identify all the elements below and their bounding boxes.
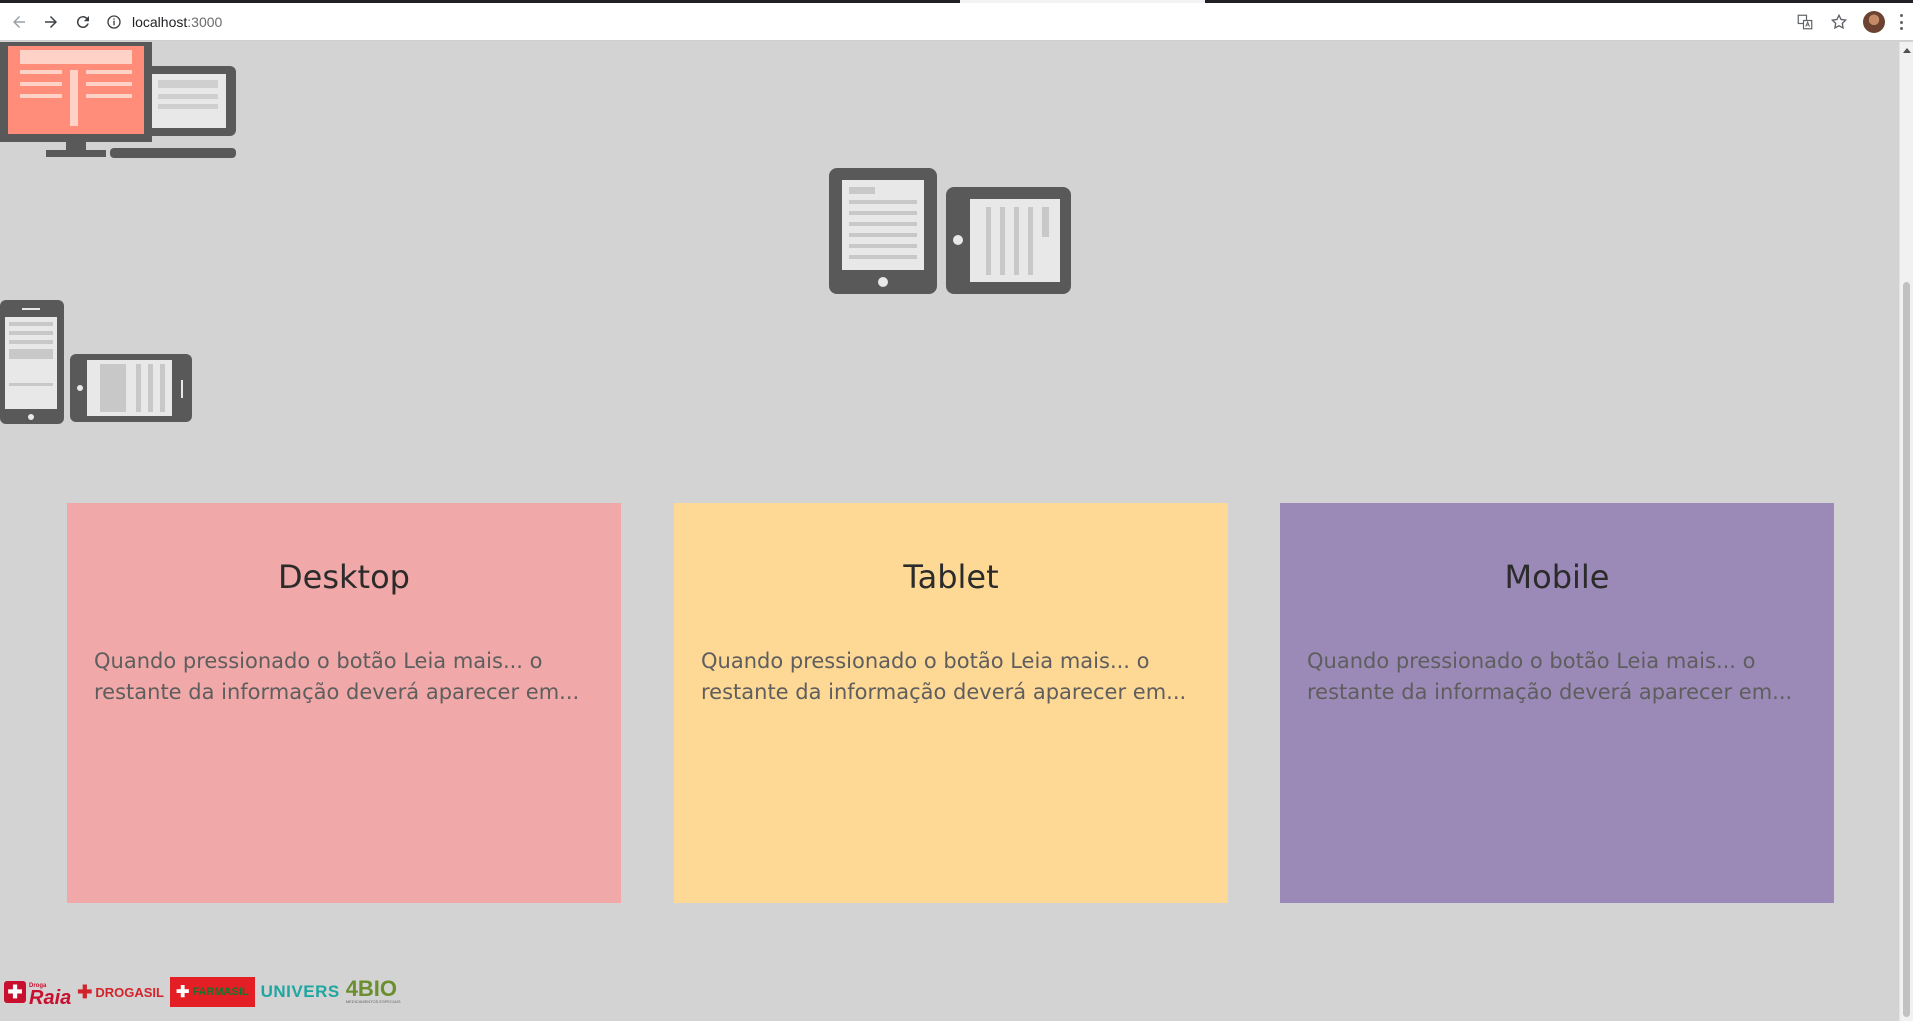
logo-4bio: 4BIO MEDICAMENTOS ESPECIAIS [345,976,401,1005]
logo-raia-text: Raia [29,987,72,1009]
scroll-up-arrow-icon[interactable] [1903,48,1911,53]
logo-drogasil: ✚ DROGASIL [77,982,164,1003]
info-icon[interactable] [106,14,122,30]
card-text: Quando pressionado o botão Leia mais... … [94,649,580,704]
back-button[interactable] [6,9,32,35]
translate-icon[interactable] [1795,12,1815,32]
logo-drogasil-text: DROGASIL [95,984,164,1000]
phones-icon [0,300,192,424]
scrollbar-thumb[interactable] [1903,282,1910,1017]
tablets-icon [829,168,1071,294]
browser-toolbar: localhost:3000 [0,3,1913,41]
address-bar[interactable]: localhost:3000 [106,8,222,36]
logo-4bio-sub: MEDICAMENTOS ESPECIAIS [345,999,401,1004]
card-title: Mobile [1504,558,1610,596]
url-port: :3000 [187,13,223,30]
bookmark-star-icon[interactable] [1829,12,1849,32]
logo-raia: ✚ Droga Raia [4,980,72,1009]
plus-icon: ✚ [175,984,190,1001]
reload-icon [76,15,89,28]
card-text: Quando pressionado o botão Leia mais... … [701,649,1187,704]
page-content: Desktop Quando pressionado o botão Leia … [0,42,1899,1021]
card-title: Desktop [278,558,410,596]
reload-button[interactable] [70,9,96,35]
page-scrollbar[interactable] [1899,42,1913,1021]
arrow-right-icon [45,15,57,28]
forward-button[interactable] [38,9,64,35]
profile-avatar[interactable] [1863,11,1885,33]
card-tablet: Tablet Quando pressionado o botão Leia m… [674,503,1228,903]
logo-farmasil: ✚ FARMASIL [169,977,255,1007]
logo-univers-text: UNIVERS [260,982,340,1001]
cross-icon: ✚ [4,981,26,1003]
menu-kebab-icon[interactable] [1899,14,1903,30]
card-desktop: Desktop Quando pressionado o botão Leia … [67,503,621,903]
logo-univers: UNIVERS [261,982,340,1002]
logo-4bio-text: 4BIO [345,976,398,1001]
url-host: localhost [132,13,188,30]
card-mobile: Mobile Quando pressionado o botão Leia m… [1280,503,1834,903]
footer-logos: ✚ Droga Raia ✚ DROGASIL ✚ FARMASIL UNIVE… [4,972,401,1012]
desktop-and-laptop-icon [0,42,236,158]
card-text: Quando pressionado o botão Leia mais... … [1307,649,1793,704]
arrow-left-icon [13,15,25,28]
logo-farmasil-text: FARMASIL [192,986,249,998]
plus-icon: ✚ [77,981,93,1002]
card-title: Tablet [903,558,999,596]
